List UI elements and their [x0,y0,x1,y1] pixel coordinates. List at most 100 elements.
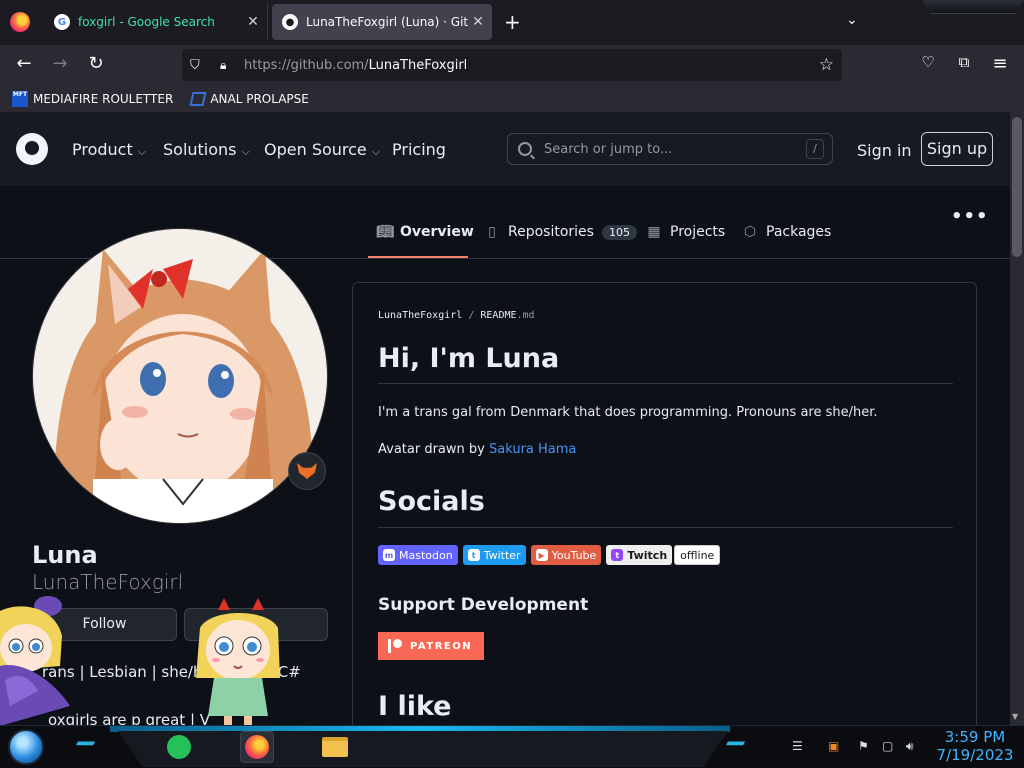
taskbar-clock[interactable]: 3:59 PM 7/19/2023 [932,728,1018,764]
avatar[interactable] [32,228,328,524]
search-input[interactable]: Search or jump to... / [507,133,833,165]
chevron-down-icon: ⌵ [137,145,147,158]
bookmark-label: MEDIAFIRE ROULETTER [33,91,174,106]
nav-label: Solutions [163,140,237,159]
sign-in-link[interactable]: Sign in [857,141,912,160]
browser-tab-strip: G foxgirl - Google Search ✕ ● LunaTheFox… [0,0,1024,45]
fox-status-icon[interactable] [288,452,326,490]
back-arrow-icon[interactable]: ← [12,53,36,74]
readme-avatar-credit: Avatar drawn by Sakura Hama [378,442,576,457]
taskbar-chevrons-right-icon: ▰▰▰ [726,738,745,749]
nav-solutions[interactable]: Solutions ⌵ [163,140,250,159]
twitch-badge[interactable]: t Twitch [606,545,673,565]
artist-link[interactable]: Sakura Hama [489,442,576,457]
url-text[interactable]: https://github.com/LunaTheFoxgirl [244,58,819,73]
twitch-status-badge[interactable]: offline [674,545,721,565]
address-bar[interactable]: ⛉ 🔒︎ https://github.com/LunaTheFoxgirl ☆ [182,49,842,81]
patreon-button[interactable]: PATREON [378,632,484,660]
taskbar-notes-app[interactable] [162,731,196,763]
patreon-logo-icon [388,639,402,653]
youtube-badge[interactable]: ▶ YouTube [530,545,602,565]
close-tab-icon[interactable]: ✕ [468,14,488,30]
new-tab-button[interactable]: + [504,10,521,34]
path-separator: / [468,310,475,321]
search-placeholder: Search or jump to... [544,141,673,157]
more-options-icon[interactable]: ••• [951,206,989,227]
heading-divider [378,383,953,384]
table-icon: ▦ [647,224,661,240]
readme-file-name[interactable]: README [480,310,516,321]
patreon-label: PATREON [410,640,473,652]
support-heading: Support Development [378,595,589,615]
bookmark-second[interactable]: ANAL PROLAPSE [189,91,309,106]
file-explorer-icon [322,737,348,757]
desktop-mascot-left[interactable] [0,596,76,726]
notes-icon [167,735,191,759]
tab-label: Overview [400,224,474,240]
browser-tab-google[interactable]: G foxgirl - Google Search ✕ [44,4,268,40]
scrollbar-thumb[interactable] [1012,117,1022,257]
tab-packages[interactable]: ⬡ Packages [742,224,831,240]
forward-arrow-icon[interactable]: → [48,53,72,74]
tab-projects[interactable]: ▦ Projects [646,224,725,240]
tab-overview[interactable]: 📖︎ Overview [376,224,474,240]
readme-owner-link[interactable]: LunaTheFoxgirl [378,310,462,321]
search-shortcut-key: / [806,139,824,159]
nav-open-source[interactable]: Open Source ⌵ [264,140,380,159]
badge-label: Twitter [483,548,521,562]
nav-pricing[interactable]: Pricing [392,140,446,159]
readme-file-ext: .md [516,310,535,321]
action-center-flag-icon[interactable]: ⚑ [858,739,869,753]
active-tab-underline [368,256,468,258]
browser-tab-github[interactable]: ● LunaTheFoxgirl (Luna) · GitHub ✕ [272,4,492,40]
taskbar-plate [118,731,728,767]
bookmarks-bar: MFT MEDIAFIRE ROULETTER ANAL PROLAPSE [0,85,1024,112]
profile-username: LunaTheFoxgirl [32,570,184,594]
url-path: LunaTheFoxgirl [368,57,468,73]
twitch-icon: t [611,549,624,561]
list-tabs-chevron-icon[interactable]: ⌄ [846,12,858,28]
lock-icon[interactable]: 🔒︎ [220,58,234,73]
tab-title: foxgirl - Google Search [78,15,215,29]
sign-up-button[interactable]: Sign up [921,132,993,166]
network-icon[interactable]: ▢ [882,739,893,753]
menu-hamburger-icon[interactable]: ≡ [988,53,1012,74]
readme-panel: LunaTheFoxgirl / README.md Hi, I'm Luna … [352,282,977,742]
close-tab-icon[interactable]: ✕ [243,14,263,30]
extensions-icon[interactable]: ⧉ [952,53,976,71]
readme-heading: Hi, I'm Luna [378,343,560,374]
badge-label: YouTube [551,548,597,562]
tray-app-icon[interactable]: ▣ [828,739,839,753]
bookmark-star-icon[interactable]: ☆ [819,55,834,75]
taskbar-firefox-app[interactable] [240,731,274,763]
bookmark-label: ANAL PROLAPSE [210,91,309,106]
avatar-illustration [33,229,327,523]
browser-toolbar: ← → ↻ ⛉ 🔒︎ https://github.com/LunaTheFox… [0,45,1024,85]
sigma-bookmark-icon [189,91,207,106]
mastodon-icon: m [383,549,395,561]
volume-icon[interactable]: 🔊︎ [906,739,914,754]
pocket-icon[interactable]: ♡ [916,53,940,71]
url-host: https://github.com/ [244,57,369,73]
nav-label: Product [72,140,133,159]
mastodon-badge[interactable]: m Mastodon [378,545,458,565]
tracking-shield-icon[interactable]: ⛉ [190,58,206,73]
show-desktop-icon[interactable]: ☰ [792,739,803,753]
scroll-down-arrow-icon[interactable]: ▼ [1012,712,1018,721]
socials-heading: Socials [378,486,485,517]
bookmark-mediafire[interactable]: MFT MEDIAFIRE ROULETTER [12,90,174,107]
github-icon: ● [282,14,298,30]
reload-icon[interactable]: ↻ [84,53,108,74]
repo-icon: ▯ [488,224,496,240]
github-header: Product ⌵ Solutions ⌵ Open Source ⌵ Pricing… [0,112,1010,186]
start-orb-icon[interactable] [8,729,44,765]
firefox-icon[interactable] [10,12,30,32]
tab-repositories[interactable]: ▯ Repositories 105 [484,224,637,240]
desktop-mascot-star[interactable] [190,598,286,726]
taskbar-explorer-app[interactable] [318,731,352,763]
repo-count-badge: 105 [601,224,637,240]
twitter-badge[interactable]: t Twitter [462,545,526,565]
github-logo-icon[interactable] [16,133,48,165]
tab-label: Packages [766,224,832,240]
nav-product[interactable]: Product ⌵ [72,140,146,159]
